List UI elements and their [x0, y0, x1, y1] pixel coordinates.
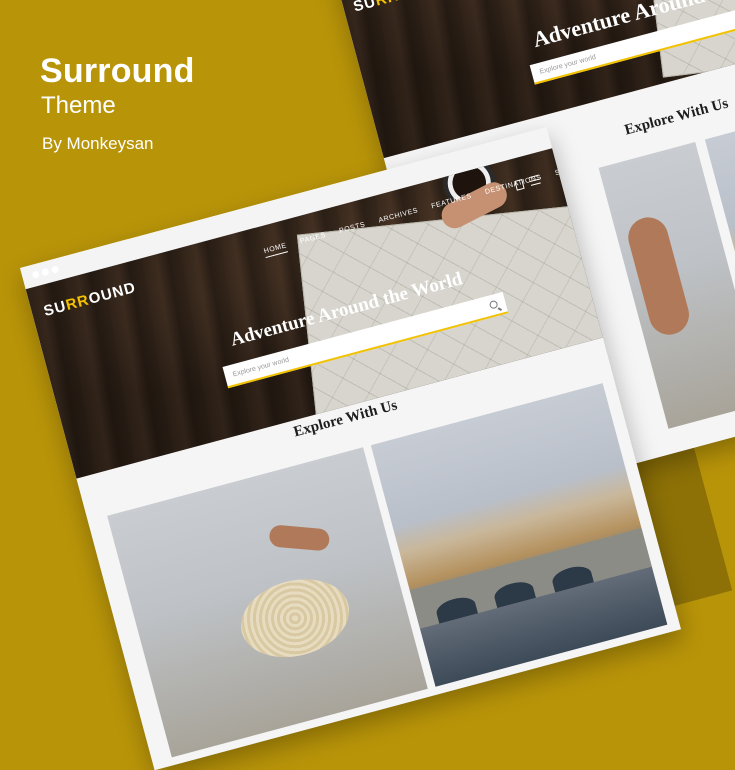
promo-subtitle: Theme: [41, 92, 116, 119]
nav-home[interactable]: HOME: [263, 242, 289, 259]
back-search-placeholder: Explore your world: [538, 53, 597, 76]
search-icon[interactable]: [488, 299, 499, 310]
site-logo[interactable]: SURROUND: [42, 279, 138, 320]
promo-title: Surround: [40, 52, 195, 90]
card-arm: [268, 524, 331, 552]
card-straw-hat: [232, 567, 358, 669]
window-dot-minimize[interactable]: [41, 267, 50, 277]
card-portrait[interactable]: [107, 447, 428, 758]
back-section-title: Explore With Us: [622, 95, 731, 139]
window-dot-maximize[interactable]: [50, 265, 60, 274]
back-site-logo: SURROUND: [351, 0, 447, 16]
back-card-portrait[interactable]: [598, 142, 735, 429]
back-card-arm: [623, 212, 694, 340]
promo-byline: By Monkeysan: [42, 134, 154, 153]
window-dot-close[interactable]: [31, 270, 41, 279]
search-placeholder: Explore your world: [231, 356, 290, 378]
